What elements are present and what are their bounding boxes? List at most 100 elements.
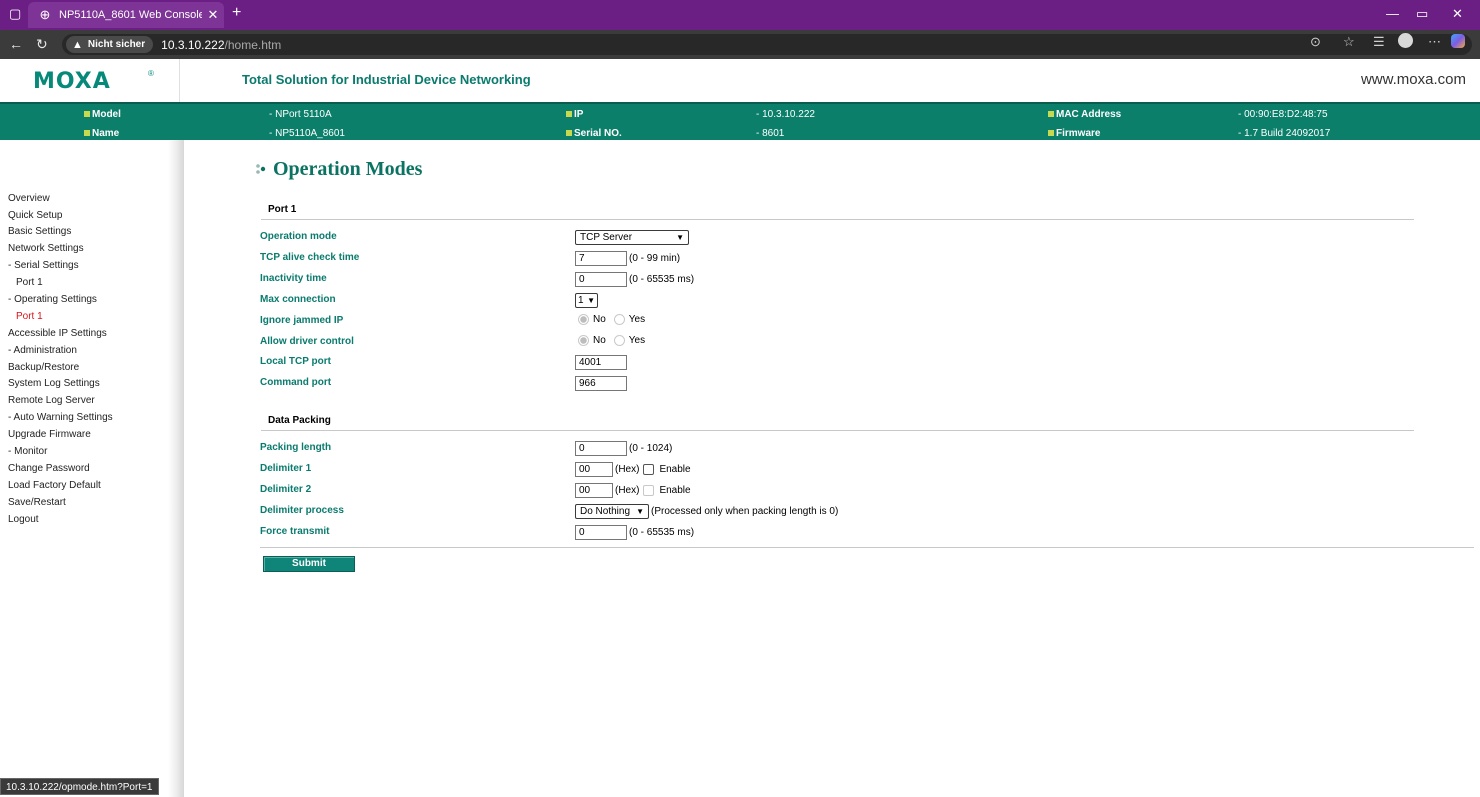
copilot-icon[interactable] [1451,34,1465,48]
reader-view-icon[interactable]: ⊙ [1310,34,1321,50]
sidebar-item-accessible-ip[interactable]: Accessible IP Settings [8,328,107,339]
model-value: - NPort 5110A [269,109,332,120]
packing-length-input[interactable]: 0 [575,441,627,456]
sidebar-item-system-log[interactable]: System Log Settings [8,378,100,389]
ignore-jammed-yes-radio[interactable] [613,314,625,325]
firmware-label: Firmware [1048,128,1100,139]
packing-length-label: Packing length [260,442,332,453]
more-options-icon[interactable]: ⋯ [1428,34,1441,50]
sidebar-item-network-settings[interactable]: Network Settings [8,243,84,254]
sidebar-item-serial-port1[interactable]: Port 1 [16,277,43,288]
browser-tab[interactable]: ⊕ NP5110A_8601 Web Console ✕ [28,2,224,28]
delimiter2-input[interactable]: 00 [575,483,613,498]
sidebar-divider [168,140,184,797]
url-field[interactable]: ▲ Nicht sicher 10.3.10.222/home.htm [62,34,1472,55]
tcp-alive-label: TCP alive check time [260,252,360,263]
delimiter2-hex: (Hex) [615,485,640,496]
model-label: Model [84,109,121,120]
sidebar-item-administration[interactable]: - Administration [8,345,77,356]
minimize-icon[interactable]: — [1386,6,1399,21]
delimiter-process-select[interactable]: Do Nothing ▼ [575,504,649,519]
sidebar-item-backup-restore[interactable]: Backup/Restore [8,362,79,373]
mac-label: MAC Address [1048,109,1121,120]
driver-control-yes-radio[interactable] [613,335,625,346]
local-tcp-port-label: Local TCP port [260,356,331,367]
ip-label: IP [566,109,583,120]
sidebar-item-auto-warning[interactable]: - Auto Warning Settings [8,412,113,423]
tab-actions-icon[interactable]: ▢ [9,6,21,22]
row-ignore-jammed: Ignore jammed IP No Yes [260,314,960,329]
url-text[interactable]: 10.3.10.222/home.htm [161,38,281,52]
row-delimiter2: Delimiter 2 00 (Hex) Enable [260,483,960,498]
delimiter2-enable-checkbox[interactable] [643,485,655,496]
bullet-icon [566,130,572,136]
sidebar-item-serial-settings[interactable]: - Serial Settings [8,260,79,271]
delimiter1-input[interactable]: 00 [575,462,613,477]
bullet-icon [566,111,572,117]
chevron-down-icon: ▼ [587,296,595,305]
tcp-alive-hint: (0 - 99 min) [629,253,681,264]
inactivity-label: Inactivity time [260,273,327,284]
driver-control-no-radio[interactable] [578,335,589,346]
favorite-star-icon[interactable]: ☆ [1343,34,1355,50]
name-value: - NP5110A_8601 [269,128,345,139]
favorites-icon[interactable]: ☰ [1373,34,1385,50]
sidebar-nav: Overview Quick Setup Basic Settings Netw… [0,140,168,797]
delimiter1-enable-checkbox[interactable] [643,464,655,475]
reload-icon[interactable]: ↻ [36,36,48,53]
chevron-down-icon: ▼ [636,507,644,516]
operation-mode-select[interactable]: TCP Server ▼ [575,230,689,245]
local-tcp-port-input[interactable]: 4001 [575,355,627,370]
back-arrow-icon[interactable]: ← [9,36,23,52]
row-tcp-alive: TCP alive check time 7 (0 - 99 min) [260,251,960,266]
web-page: MOXA ® Total Solution for Industrial Dev… [0,59,1480,797]
sidebar-item-load-factory-default[interactable]: Load Factory Default [8,480,101,491]
section-port1: Port 1 [261,200,1414,220]
delimiter1-label: Delimiter 1 [260,463,312,474]
sidebar-item-remote-log[interactable]: Remote Log Server [8,395,95,406]
restore-icon[interactable]: ▭ [1416,6,1428,22]
max-connection-select[interactable]: 1 ▼ [575,293,598,308]
title-dots-icon [256,164,266,174]
name-label: Name [84,128,119,139]
close-window-icon[interactable]: ✕ [1452,6,1463,22]
sidebar-item-change-password[interactable]: Change Password [8,463,90,474]
sidebar-item-operating-settings[interactable]: - Operating Settings [8,294,97,305]
submit-button[interactable]: Submit [263,556,355,572]
globe-icon: ⊕ [39,7,51,22]
sidebar-item-save-restart[interactable]: Save/Restart [8,497,66,508]
sidebar-item-overview[interactable]: Overview [8,193,50,204]
row-delimiter-process: Delimiter process Do Nothing ▼ (Processed… [260,504,960,519]
sidebar-item-logout[interactable]: Logout [8,514,39,525]
profile-avatar-icon[interactable] [1398,33,1413,48]
driver-control-no-label: No [593,335,606,346]
tcp-alive-input[interactable]: 7 [575,251,627,266]
registered-mark: ® [148,69,154,78]
delimiter2-enable-label: Enable [659,485,691,496]
warning-icon: ▲ [72,38,83,51]
row-command-port: Command port 966 [260,376,960,391]
command-port-input[interactable]: 966 [575,376,627,391]
browser-title-bar: ▢ ⊕ NP5110A_8601 Web Console ✕ + — ▭ ✕ [0,0,1480,30]
sidebar-item-upgrade-firmware[interactable]: Upgrade Firmware [8,429,91,440]
close-tab-icon[interactable]: ✕ [202,7,224,23]
sidebar-item-monitor[interactable]: - Monitor [8,446,47,457]
force-transmit-input[interactable]: 0 [575,525,627,540]
ignore-jammed-no-radio[interactable] [578,314,589,325]
sidebar-item-operating-port1[interactable]: Port 1 [16,311,43,322]
inactivity-input[interactable]: 0 [575,272,627,287]
security-warning-chip[interactable]: ▲ Nicht sicher [66,36,154,53]
firmware-value: - 1.7 Build 24092017 [1238,128,1331,139]
delimiter-process-hint: (Processed only when packing length is 0… [651,506,839,517]
device-info-bar: Model - NPort 5110A IP - 10.3.10.222 MAC… [0,102,1480,140]
sidebar-item-quick-setup[interactable]: Quick Setup [8,210,62,221]
force-transmit-hint: (0 - 65535 ms) [629,527,695,538]
row-driver-control: Allow driver control No Yes [260,335,960,350]
row-operation-mode: Operation mode TCP Server ▼ [260,230,960,245]
new-tab-icon[interactable]: + [232,4,241,22]
sidebar-item-basic-settings[interactable]: Basic Settings [8,226,71,237]
delimiter1-enable-label: Enable [659,464,691,475]
force-transmit-label: Force transmit [260,526,330,537]
command-port-label: Command port [260,377,332,388]
driver-control-yes-label: Yes [628,335,646,346]
